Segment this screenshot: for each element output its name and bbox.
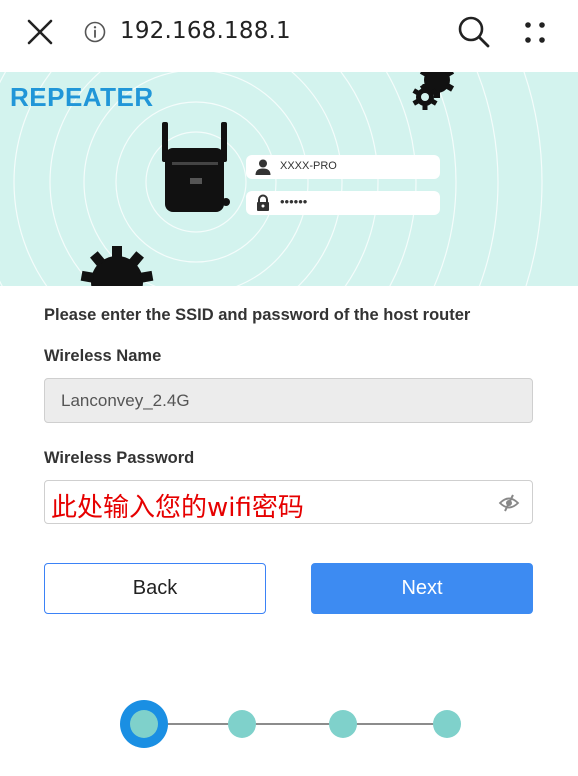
step-2-dot [228, 710, 256, 738]
back-button[interactable]: Back [44, 563, 266, 614]
more-options-icon[interactable] [520, 18, 550, 48]
info-icon[interactable] [84, 21, 106, 43]
wireless-password-label: Wireless Password [44, 449, 195, 467]
banner-password-dots: •••••• [280, 194, 308, 209]
wireless-name-value: Lanconvey_2.4G [61, 391, 190, 410]
user-icon [255, 159, 271, 175]
eye-hidden-icon[interactable] [498, 492, 520, 514]
search-icon[interactable] [456, 14, 492, 50]
wireless-password-input[interactable]: 此处输入您的wifi密码 [44, 480, 533, 524]
gear-icon [80, 246, 154, 286]
instruction-text: Please enter the SSID and password of th… [44, 306, 471, 324]
step-3-dot [329, 710, 357, 738]
repeater-banner: REPEATER XXXX-PRO •••••• [0, 72, 578, 286]
wireless-name-input[interactable]: Lanconvey_2.4G [44, 378, 533, 423]
banner-title: REPEATER [10, 82, 154, 112]
wireless-name-label: Wireless Name [44, 347, 162, 365]
close-icon[interactable] [24, 16, 56, 48]
progress-stepper [120, 700, 461, 748]
repeater-device-illustration [162, 122, 230, 212]
browser-toolbar: 192.168.188.1 [0, 0, 578, 66]
next-button[interactable]: Next [311, 563, 533, 614]
step-1-dot [130, 710, 158, 738]
address-bar-url[interactable]: 192.168.188.1 [120, 18, 291, 44]
banner-password-field: •••••• [246, 191, 440, 215]
banner-ssid-field: XXXX-PRO [246, 155, 440, 179]
wireless-password-hint: 此处输入您的wifi密码 [51, 493, 304, 523]
banner-ssid-text: XXXX-PRO [280, 160, 337, 172]
step-4-dot [433, 710, 461, 738]
lock-icon [257, 194, 269, 211]
